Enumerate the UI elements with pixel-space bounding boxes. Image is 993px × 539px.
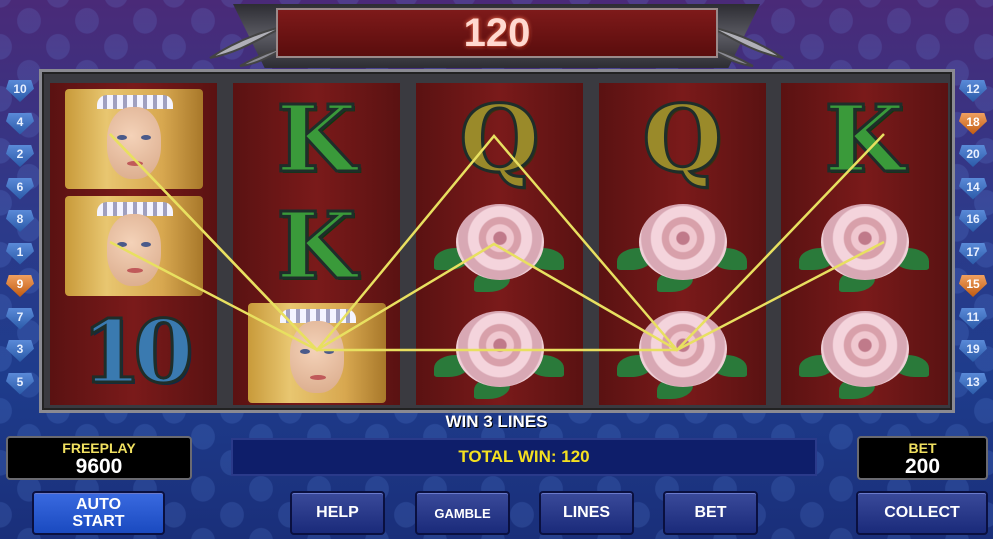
- total-win-text: TOTAL WIN: 120: [458, 447, 590, 466]
- payline-b: [109, 240, 885, 352]
- payline-a: [109, 133, 885, 352]
- freeplay-box: FREEPLAY 9600: [6, 436, 192, 480]
- gamble-label: GAMBLE: [434, 505, 491, 521]
- auto-start-line2: START: [72, 513, 125, 530]
- auto-start-line1: AUTO: [75, 496, 122, 513]
- help-label: HELP: [316, 504, 359, 521]
- bet-button-label: BET: [694, 504, 727, 521]
- bet-box: BET 200: [857, 436, 988, 480]
- help-button[interactable]: HELP: [290, 491, 385, 535]
- lines-label: LINES: [562, 504, 611, 521]
- collect-button[interactable]: COLLECT: [856, 491, 988, 535]
- bet-label: BET: [908, 440, 937, 456]
- freeplay-value: 9600: [75, 455, 123, 478]
- collect-label: COLLECT: [884, 504, 960, 521]
- win-lines-text: WIN 3 LINES: [445, 412, 548, 431]
- payline-c: [109, 133, 677, 352]
- total-win-bar: TOTAL WIN: 120: [231, 438, 817, 476]
- lines-button[interactable]: LINES: [539, 491, 634, 535]
- bet-button[interactable]: BET: [663, 491, 758, 535]
- auto-start-button[interactable]: AUTO START: [32, 491, 165, 535]
- freeplay-label: FREEPLAY: [62, 440, 136, 456]
- bet-value: 200: [904, 455, 941, 478]
- gamble-button[interactable]: GAMBLE: [415, 491, 510, 535]
